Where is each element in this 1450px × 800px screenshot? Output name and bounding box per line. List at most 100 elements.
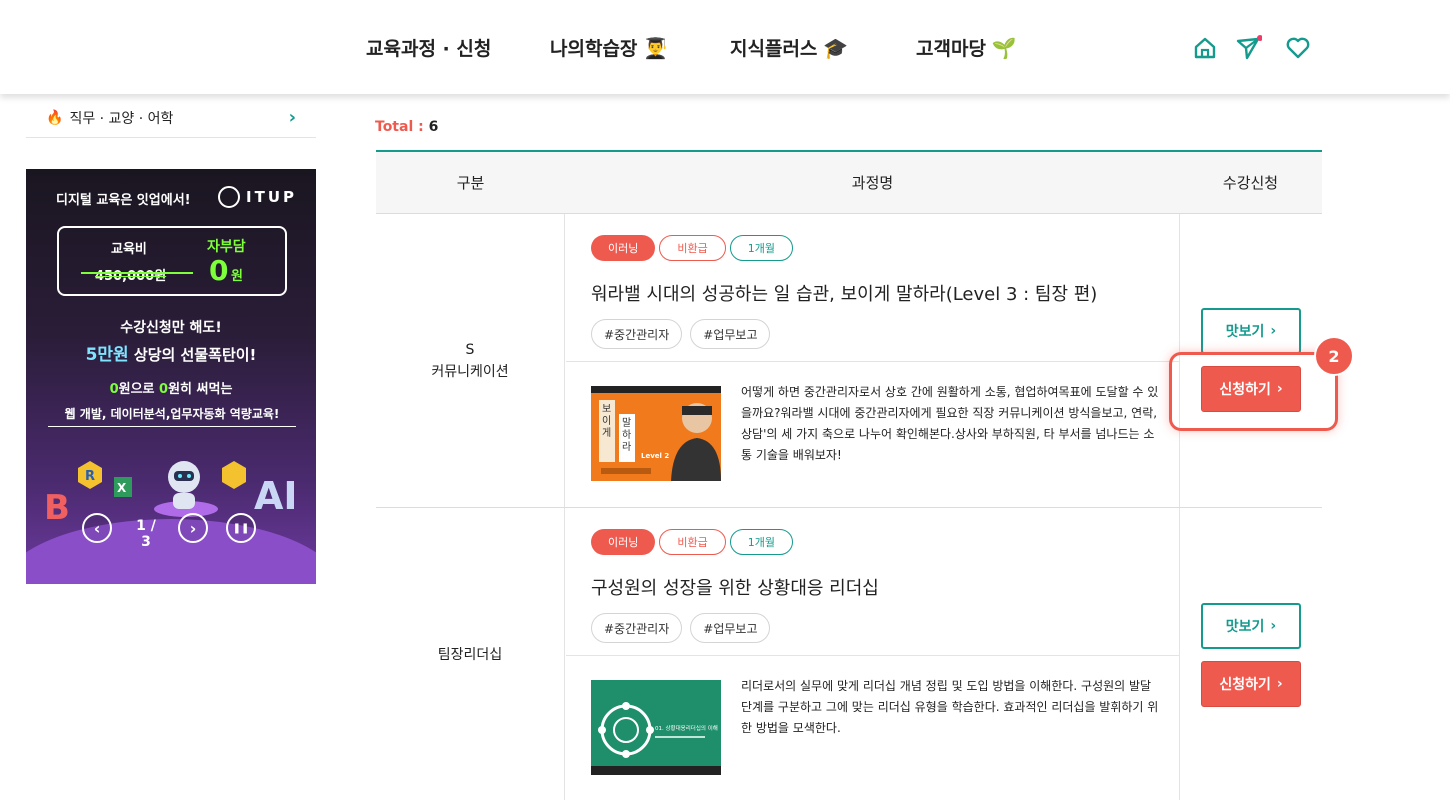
banner-highlight: 5만원 [85,345,129,365]
course-category: 팀장리더십 [376,508,565,800]
table-row: 팀장리더십 이러닝 비환급 1개월 구성원의 성장을 위한 상황대응 리더십 #… [376,508,1322,800]
course-category: S 커뮤니케이션 [376,214,565,507]
apply-label: 신청하기 [1219,382,1271,398]
home-icon[interactable] [1191,34,1219,62]
thumb-caption: 01. 상황대응리더십의 이해 [655,724,718,732]
banner-illustration: B R X AI [26,461,316,584]
sprout-icon: 🌱 [991,35,1017,60]
thumb-char: 보 [602,403,611,415]
old-price: 450,000원 [95,269,167,284]
badge-elearning: 이러닝 [591,235,656,261]
header-title: 과정명 [851,174,894,192]
sidebar-category-label: 🔥 직무 · 교양 · 어학 [46,108,173,128]
nav-item-customer[interactable]: 고객마당 🌱 [916,34,1017,61]
header-category: 구분 [456,174,485,192]
banner-line-4: 웹 개발, 데이터분석,업무자동화 역량교육! [48,405,296,427]
course-description: 리더로서의 실무에 맞게 리더십 개념 정립 및 도입 방법을 이해한다. 구성… [741,679,1159,735]
nav-label: 고객마당 [916,38,986,60]
total-label: Total : [375,119,429,135]
nav-label: 나의학습장 [550,38,638,60]
course-tags: #중간관리자 #업무보고 [591,319,771,349]
itup-logo: ITUP [218,186,297,208]
chevron-right-icon: › [1270,323,1277,339]
table-header: 구분 과정명 수강신청 [376,150,1322,214]
nav-item-my-learning[interactable]: 나의학습장 👨‍🎓 [550,34,668,61]
chevron-left-icon: ‹ [82,513,112,543]
tag-work-report[interactable]: #업무보고 [690,613,771,643]
arrow-line [81,272,193,274]
category-line: 커뮤니케이션 [431,363,509,380]
apply-button[interactable]: 신청하기 › [1201,661,1301,707]
banner-slogan: 디지털 교육은 잇업에서! [56,193,191,208]
logo-text: ITUP [246,188,297,206]
heart-icon[interactable] [1284,34,1312,62]
sidebar-category-job-culture-language[interactable]: 🔥 직무 · 교양 · 어학 › [26,98,316,138]
course-table: 구분 과정명 수강신청 S 커뮤니케이션 이러닝 비환급 1개월 워라밸 시대의… [376,150,1322,800]
course-info: 이러닝 비환급 1개월 구성원의 성장을 위한 상황대응 리더십 #중간관리자 … [566,508,1179,800]
nav-item-knowledge-plus[interactable]: 지식플러스 🎓 [730,34,848,61]
banner-prev-button[interactable]: ‹ [82,513,112,543]
chevron-right-icon: › [1276,676,1283,692]
banner-line-1: 수강신청만 해도! [120,320,222,336]
course-info: 이러닝 비환급 1개월 워라밸 시대의 성공하는 일 습관, 보이게 말하라(L… [566,214,1179,507]
preview-button[interactable]: 맛보기 › [1201,603,1301,649]
apply-button[interactable]: 신청하기 › [1201,366,1301,412]
banner-next-button[interactable]: › [178,513,208,543]
total-value: 6 [428,119,439,135]
zero-price: 0 [209,254,229,287]
fee-label: 교육비 [111,242,147,257]
thumb-char: 게 [602,427,611,439]
course-title[interactable]: 워라밸 시대의 성공하는 일 습관, 보이게 말하라(Level 3 : 팀장 … [591,280,1097,306]
preview-label: 맛보기 [1225,619,1265,635]
divider [566,361,1179,362]
tag-middle-manager[interactable]: #중간관리자 [591,319,683,349]
course-description: 어떻게 하면 중간관리자로서 상호 간에 원활하게 소통, 협업하여목표에 도달… [741,385,1159,462]
course-thumbnail[interactable]: 01. 상황대응리더십의 이해 [591,680,721,775]
badge-elearning: 이러닝 [591,529,656,555]
nav-item-courses[interactable]: 교육과정 · 신청 [366,34,491,61]
badge-duration: 1개월 [729,529,793,555]
banner-line-2-rest: 상당의 선물폭탄이! [128,346,257,364]
svg-text:X: X [117,481,127,495]
chevron-right-icon: › [1276,381,1283,397]
course-thumbnail[interactable]: 보 이 게 말 하 라 Level 2 [591,386,721,481]
line3-mid: 원으로 [118,382,160,397]
course-title[interactable]: 구성원의 성장을 위한 상황대응 리더십 [591,574,879,600]
zero-a: 0 [109,382,119,397]
chevron-right-icon: › [288,107,296,128]
banner-line-3: 0원으로 0원히 써먹는 [26,378,316,397]
divider [566,655,1179,656]
price-box: 교육비 자부담 450,000원 0 원 [57,226,287,296]
category-line: S [465,341,475,358]
badge-duration: 1개월 [729,235,793,261]
svg-text:R: R [85,469,95,484]
preview-button[interactable]: 맛보기 › [1201,308,1301,354]
header-apply: 수강신청 [1222,174,1279,192]
sidebar-category-text: 직무 · 교양 · 어학 [69,110,174,127]
graduation-icon: 🎓 [823,35,849,60]
apply-label: 신청하기 [1219,677,1271,693]
tag-middle-manager[interactable]: #중간관리자 [591,613,683,643]
banner-counter: 1 / 3 [136,518,156,550]
send-icon[interactable] [1234,34,1263,62]
thumb-level: Level 2 [641,452,669,460]
pause-icon: ❚❚ [226,513,256,543]
banner-pause-button[interactable]: ❚❚ [226,513,256,543]
badge-nonrefund: 비환급 [659,235,726,261]
won-unit: 원 [231,269,243,284]
chevron-right-icon: › [178,513,208,543]
course-actions: 맛보기 › 신청하기 › [1179,214,1322,507]
course-badges: 이러닝 비환급 1개월 [591,529,793,555]
promo-banner[interactable]: 디지털 교육은 잇업에서! ITUP 교육비 자부담 450,000원 0 원 … [26,169,316,584]
step-badge: 2 [1314,336,1354,376]
main-nav: 교육과정 · 신청 나의학습장 👨‍🎓 지식플러스 🎓 고객마당 🌱 [0,34,1450,62]
rocket-icon [218,186,240,208]
thumb-char: 라 [622,441,631,453]
thumb-char: 이 [602,415,611,427]
site-header: 교육과정 · 신청 나의학습장 👨‍🎓 지식플러스 🎓 고객마당 🌱 [0,0,1450,94]
tag-work-report[interactable]: #업무보고 [690,319,771,349]
student-icon: 👨‍🎓 [643,35,669,60]
course-tags: #중간관리자 #업무보고 [591,613,771,643]
thumb-char: 하 [622,428,631,441]
chevron-right-icon: › [1270,618,1277,634]
